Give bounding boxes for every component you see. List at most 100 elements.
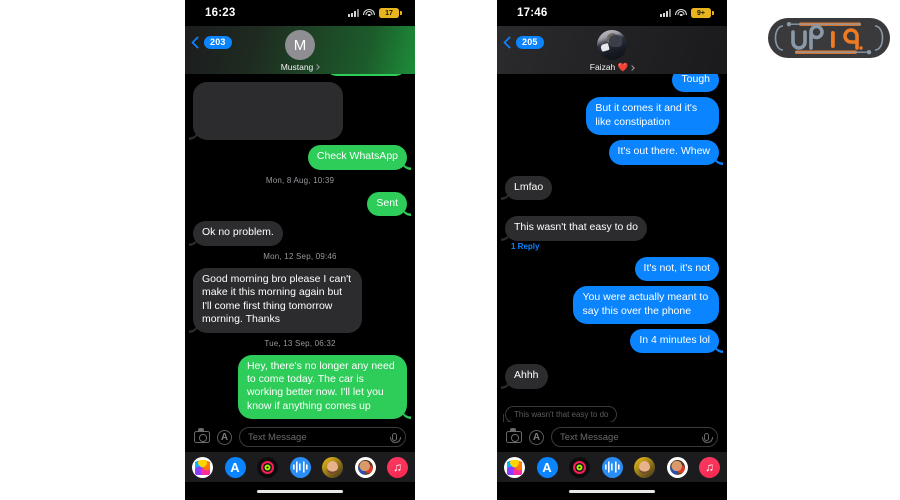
message-bubble-incoming[interactable]: Good morning bro please I can't make it … (193, 267, 363, 333)
message-row: This wasn't that easy to do (505, 216, 719, 241)
message-bubble-outgoing[interactable]: You were actually meant to say this over… (573, 286, 719, 324)
battery-level: 9+ (697, 9, 705, 17)
message-input-placeholder: Text Message (560, 431, 619, 443)
cellular-signal-icon (660, 9, 671, 17)
status-time: 17:46 (517, 7, 548, 19)
status-indicators: 17 (348, 8, 402, 18)
avatar-initial: M (293, 36, 307, 54)
memoji-icon-1[interactable] (322, 456, 343, 478)
contact-name: Faizah ❤️ (589, 62, 629, 72)
camera-icon[interactable] (506, 428, 522, 443)
message-row: Lmfao (505, 175, 719, 201)
battery-level: 17 (385, 9, 393, 17)
message-bubble-incoming[interactable]: Ok no problem. (193, 221, 283, 246)
message-row: But it comes it and it's like constipati… (505, 97, 719, 136)
message-bubble-outgoing[interactable]: It's not, it's not (634, 256, 719, 282)
home-indicator[interactable] (257, 489, 343, 493)
message-row: Check WhatsApp (193, 145, 407, 170)
message-row: Ahhh (505, 364, 719, 389)
message-timestamp: Tue, 13 Sep, 06:32 (264, 338, 336, 348)
status-indicators: 9+ (660, 8, 714, 18)
memoji-icon-1[interactable] (634, 456, 655, 478)
message-bubble-outgoing[interactable]: Tough (672, 74, 719, 93)
avatar[interactable]: M (285, 30, 315, 60)
message-bubble-outgoing[interactable]: number again (324, 74, 407, 77)
app-store-icon[interactable]: A (536, 456, 558, 478)
contact-name: Mustang (280, 62, 314, 72)
music-app-icon[interactable]: ♫ (699, 456, 720, 478)
status-bar-left: 16:23 17 (185, 0, 415, 26)
message-row: It's out there. Whew (505, 140, 719, 165)
compose-bar-right: A Text Message (497, 422, 727, 452)
wifi-icon (363, 8, 375, 18)
cellular-signal-icon (348, 9, 359, 17)
music-app-icon[interactable]: ♫ (387, 456, 408, 478)
quoted-message-bubble[interactable]: This wasn't that easy to do (502, 405, 618, 422)
app-drawer-right[interactable]: A ♫ (497, 452, 727, 482)
camera-icon[interactable] (194, 428, 210, 443)
message-row: In 4 minutes lol (505, 328, 719, 354)
message-bubble-incoming[interactable]: Ahhh (505, 364, 548, 389)
voice-memo-icon[interactable] (601, 456, 623, 478)
message-row-clipped: number again (193, 74, 407, 77)
message-input[interactable]: Text Message (239, 427, 406, 447)
message-timestamp: Mon, 12 Sep, 09:46 (263, 251, 337, 261)
wifi-icon (675, 8, 687, 18)
message-bubble-outgoing[interactable]: It's out there. Whew (608, 140, 719, 165)
battery-icon: 17 (379, 8, 402, 18)
message-bubble-outgoing[interactable]: Hey, there's no longer any need to come … (237, 354, 407, 420)
message-row: Good morning bro please I can't make it … (193, 267, 407, 333)
message-input-placeholder: Text Message (248, 431, 307, 443)
compose-bar-left: A Text Message (185, 422, 415, 452)
avatar[interactable] (597, 30, 627, 60)
contact-name-row: Mustang (280, 62, 321, 72)
fitness-app-icon[interactable] (257, 456, 278, 478)
photos-app-icon[interactable] (192, 456, 213, 478)
message-row: You were actually meant to say this over… (505, 286, 719, 324)
message-bubble-outgoing[interactable]: But it comes it and it's like constipati… (586, 97, 719, 136)
status-time: 16:23 (205, 7, 236, 19)
message-row: Hey, there's no longer any need to come … (193, 354, 407, 420)
message-row (193, 82, 407, 141)
message-row: Ok no problem. (193, 221, 407, 246)
message-bubble-incoming[interactable]: Lmfao (505, 175, 553, 201)
message-bubble-incoming-empty[interactable] (193, 82, 343, 141)
message-row: It's not, it's not (505, 256, 719, 282)
message-bubble-outgoing[interactable]: Check WhatsApp (307, 145, 407, 170)
memoji-icon-2[interactable] (666, 456, 688, 478)
site-logo[interactable] (765, 14, 893, 62)
message-thread-left[interactable]: number again Check WhatsApp Mon, 8 Aug, … (185, 74, 415, 422)
photos-app-icon[interactable] (504, 456, 525, 478)
fitness-app-icon[interactable] (569, 456, 590, 478)
message-bubble-outgoing[interactable]: Sent (367, 191, 407, 217)
phone-screenshot-right: 17:46 9+ 205 Faizah ❤️ Tough But it come… (497, 0, 727, 500)
app-store-icon[interactable]: A (224, 456, 246, 478)
chevron-right-icon (629, 64, 636, 71)
contact-name-row: Faizah ❤️ (589, 62, 636, 73)
app-store-icon[interactable]: A (217, 429, 232, 445)
status-bar-right: 17:46 9+ (497, 0, 727, 26)
message-row: Tough (505, 74, 719, 93)
phone-screenshot-left: 16:23 17 203 M Mustang number again (185, 0, 415, 500)
battery-icon: 9+ (691, 8, 714, 18)
message-bubble-incoming[interactable]: This wasn't that easy to do (505, 216, 647, 241)
message-bubble-outgoing[interactable]: In 4 minutes lol (630, 328, 719, 354)
chevron-right-icon (314, 64, 321, 70)
contact-info[interactable]: Faizah ❤️ (497, 30, 727, 73)
reply-count-link[interactable]: 1 Reply (511, 242, 719, 251)
microphone-icon[interactable] (702, 433, 714, 444)
home-indicator[interactable] (569, 489, 655, 493)
app-store-icon[interactable]: A (529, 429, 544, 445)
app-drawer-left[interactable]: A ♫ (185, 452, 415, 482)
message-thread-right[interactable]: Tough But it comes it and it's like cons… (497, 74, 727, 422)
conversation-header-right: 205 Faizah ❤️ (497, 26, 727, 74)
message-timestamp: Mon, 8 Aug, 10:39 (265, 175, 335, 185)
voice-memo-icon[interactable] (289, 456, 311, 478)
conversation-header-left: 203 M Mustang (185, 26, 415, 74)
microphone-icon[interactable] (390, 433, 402, 444)
memoji-icon-2[interactable] (354, 456, 376, 478)
contact-info[interactable]: M Mustang (185, 30, 415, 72)
message-row: Sent (193, 191, 407, 217)
thread-reply-group: This wasn't that easy to do 1 Reply (502, 404, 719, 422)
message-input[interactable]: Text Message (551, 427, 718, 447)
